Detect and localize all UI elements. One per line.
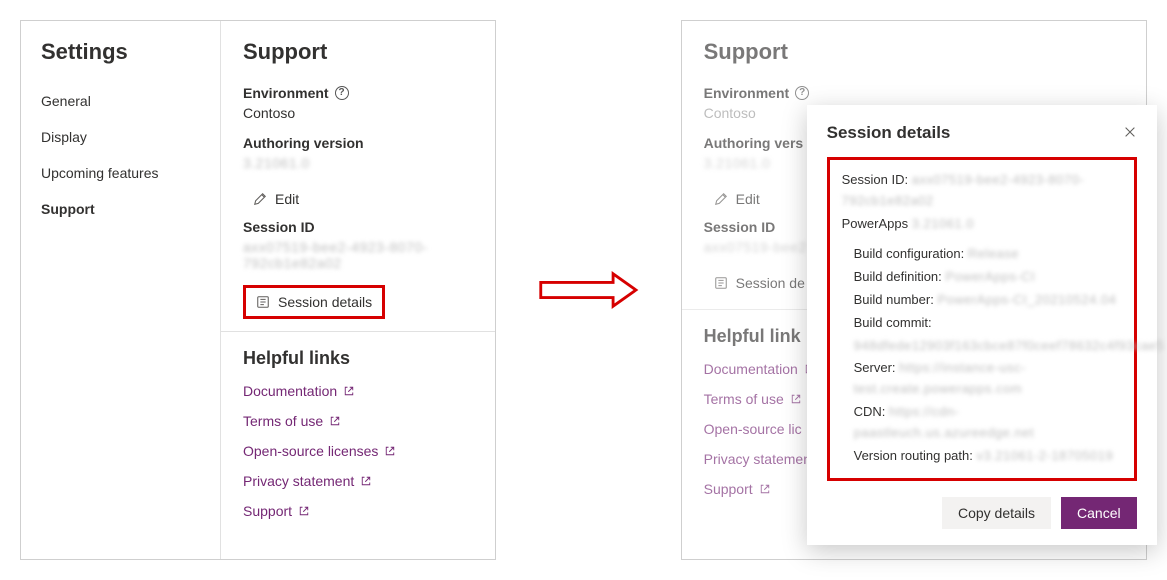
session-id-label: Session ID [704, 219, 776, 235]
external-link-icon [360, 475, 372, 487]
edit-button[interactable]: Edit [704, 185, 770, 213]
external-link-icon [343, 385, 355, 397]
dialog-title: Session details [827, 123, 951, 143]
sidebar: Settings General Display Upcoming featur… [21, 21, 221, 559]
powerapps-label: PowerApps [842, 216, 908, 231]
link-documentation[interactable]: Documentation [243, 383, 473, 399]
session-id-label: Session ID: [842, 172, 908, 187]
link-terms-of-use[interactable]: Terms of use [243, 413, 473, 429]
build-configuration-label: Build configuration: [854, 246, 965, 261]
pencil-icon [714, 192, 728, 206]
edit-label: Edit [275, 191, 299, 207]
build-definition-value: PowerApps-CI [945, 269, 1035, 284]
main-content: Support Environment ? Contoso Authoring … [221, 21, 495, 559]
external-link-icon [759, 483, 771, 495]
page-title: Support [243, 39, 473, 65]
build-number-label: Build number: [854, 292, 934, 307]
close-icon [1123, 125, 1137, 139]
sidebar-item-upcoming-features[interactable]: Upcoming features [21, 155, 220, 191]
external-link-icon [329, 415, 341, 427]
authoring-version-label: Authoring version [243, 135, 364, 151]
helpful-links-title: Helpful links [243, 348, 473, 369]
link-privacy-statement[interactable]: Privacy statement [243, 473, 473, 489]
session-details-button[interactable]: Session details [246, 288, 382, 316]
sidebar-item-support[interactable]: Support [21, 191, 220, 227]
help-icon[interactable]: ? [795, 86, 809, 100]
server-label: Server: [854, 360, 896, 375]
close-button[interactable] [1123, 125, 1137, 142]
settings-panel-right: Support Environment ? Contoso Authoring … [681, 20, 1147, 560]
help-icon[interactable]: ? [335, 86, 349, 100]
sidebar-item-display[interactable]: Display [21, 119, 220, 155]
authoring-version-value: 3.21061.0 [243, 155, 473, 171]
pencil-icon [253, 192, 267, 206]
details-icon [714, 276, 728, 290]
build-commit-label: Build commit: [854, 315, 932, 330]
sidebar-item-general[interactable]: General [21, 83, 220, 119]
environment-value: Contoso [243, 105, 473, 121]
divider [221, 331, 495, 332]
copy-details-button[interactable]: Copy details [942, 497, 1051, 529]
dialog-body: Session ID: axx07519-bee2-4923-8070-792c… [827, 157, 1137, 481]
session-details-label: Session details [278, 294, 372, 310]
build-number-value: PowerApps-CI_20210524.04 [937, 292, 1116, 307]
version-routing-path-value: v3.21061-2-18705019 [976, 448, 1113, 463]
external-link-icon [298, 505, 310, 517]
build-definition-label: Build definition: [854, 269, 942, 284]
environment-label: Environment [243, 85, 329, 101]
authoring-version-label: Authoring vers [704, 135, 804, 151]
session-details-dialog: Session details Session ID: axx07519-bee… [807, 105, 1157, 545]
link-open-source-licenses[interactable]: Open-source licenses [243, 443, 473, 459]
details-icon [256, 295, 270, 309]
session-details-label: Session de [736, 275, 805, 291]
edit-button[interactable]: Edit [243, 185, 309, 213]
session-id-value: axx07519-bee2-4923-8070-792cb1e82a02 [243, 239, 473, 271]
external-link-icon [384, 445, 396, 457]
environment-label: Environment [704, 85, 790, 101]
arrow-icon [536, 270, 641, 310]
external-link-icon [790, 393, 802, 405]
sidebar-title: Settings [21, 39, 220, 83]
cancel-button[interactable]: Cancel [1061, 497, 1137, 529]
cdn-label: CDN: [854, 404, 886, 419]
build-commit-value: 948dfede12903f163cbce87f0ceef78632c4f93c… [854, 338, 1165, 353]
page-title: Support [704, 39, 1124, 65]
link-support[interactable]: Support [243, 503, 473, 519]
build-configuration-value: Release [968, 246, 1019, 261]
session-id-label: Session ID [243, 219, 315, 235]
powerapps-value: 3.21061.0 [912, 216, 974, 231]
settings-panel-left: Settings General Display Upcoming featur… [20, 20, 496, 560]
version-routing-path-label: Version routing path: [854, 448, 973, 463]
edit-label: Edit [736, 191, 760, 207]
highlight-session-details: Session details [243, 285, 385, 319]
session-details-button[interactable]: Session de [704, 269, 815, 297]
